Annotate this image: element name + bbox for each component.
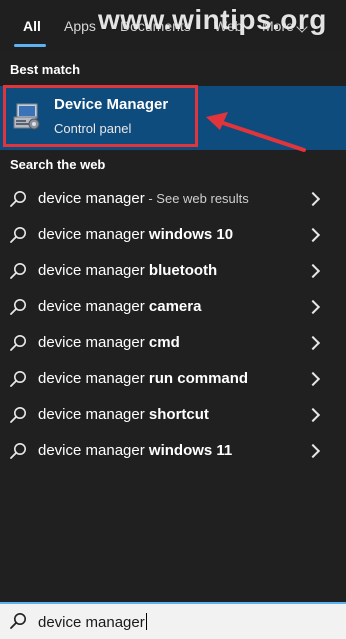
highlight-box xyxy=(3,85,198,147)
result-suggestion: camera xyxy=(148,298,202,315)
result-suggestion: run command xyxy=(148,370,249,387)
search-icon xyxy=(10,299,26,315)
result-hint: - See web results xyxy=(144,191,249,206)
result-query: device manager xyxy=(38,190,145,207)
web-result-item[interactable]: device manager - See web results xyxy=(0,181,346,217)
result-suggestion: shortcut xyxy=(148,406,209,423)
search-web-heading: Search the web xyxy=(10,157,106,172)
tab-apps[interactable]: Apps xyxy=(64,18,96,34)
active-tab-indicator xyxy=(14,44,46,47)
web-result-item[interactable]: device manager bluetooth xyxy=(0,253,346,289)
result-suggestion: bluetooth xyxy=(148,262,218,279)
chevron-right-icon[interactable] xyxy=(305,407,321,423)
watermark: www.wintips.org xyxy=(98,4,327,35)
web-result-item[interactable]: device manager run command xyxy=(0,361,346,397)
search-tabs: All Apps Documents Web More www.wintips.… xyxy=(0,0,346,50)
search-icon xyxy=(10,263,26,279)
search-icon xyxy=(10,191,26,207)
search-icon xyxy=(10,335,26,351)
result-query: device manager xyxy=(38,298,149,315)
search-icon xyxy=(10,613,26,629)
result-query: device manager xyxy=(38,370,149,387)
web-result-label: device manager run command xyxy=(38,370,248,387)
tab-all[interactable]: All xyxy=(23,18,41,34)
web-result-label: device manager bluetooth xyxy=(38,262,217,279)
result-suggestion: cmd xyxy=(148,334,180,351)
result-query: device manager xyxy=(38,442,149,459)
web-result-item[interactable]: device manager cmd xyxy=(0,325,346,361)
chevron-right-icon[interactable] xyxy=(305,371,321,387)
web-result-item[interactable]: device manager windows 10 xyxy=(0,217,346,253)
best-match-heading: Best match xyxy=(10,62,81,77)
chevron-right-icon[interactable] xyxy=(305,299,321,315)
result-query: device manager xyxy=(38,406,149,423)
web-result-label: device manager - See web results xyxy=(38,190,249,207)
text-caret xyxy=(145,613,147,630)
web-result-label: device manager cmd xyxy=(38,334,180,351)
web-result-item[interactable]: device manager shortcut xyxy=(0,397,346,433)
result-suggestion: windows 10 xyxy=(148,226,234,243)
search-bar[interactable]: device manager xyxy=(0,602,346,639)
result-query: device manager xyxy=(38,226,149,243)
web-result-label: device manager camera xyxy=(38,298,201,315)
chevron-right-icon[interactable] xyxy=(305,263,321,279)
chevron-right-icon[interactable] xyxy=(305,191,321,207)
search-icon xyxy=(10,443,26,459)
chevron-right-icon[interactable] xyxy=(305,227,321,243)
web-result-label: device manager shortcut xyxy=(38,406,209,423)
search-icon xyxy=(10,227,26,243)
result-query: device manager xyxy=(38,334,149,351)
search-icon xyxy=(10,407,26,423)
annotation-arrow-icon xyxy=(206,112,306,152)
search-input[interactable]: device manager xyxy=(38,613,147,631)
web-result-label: device manager windows 11 xyxy=(38,442,232,459)
web-result-item[interactable]: device manager camera xyxy=(0,289,346,325)
result-suggestion: windows 11 xyxy=(148,442,233,459)
chevron-right-icon[interactable] xyxy=(305,335,321,351)
result-query: device manager xyxy=(38,262,149,279)
chevron-right-icon[interactable] xyxy=(305,443,321,459)
web-result-label: device manager windows 10 xyxy=(38,226,233,243)
web-result-item[interactable]: device manager windows 11 xyxy=(0,433,346,469)
search-icon xyxy=(10,371,26,387)
